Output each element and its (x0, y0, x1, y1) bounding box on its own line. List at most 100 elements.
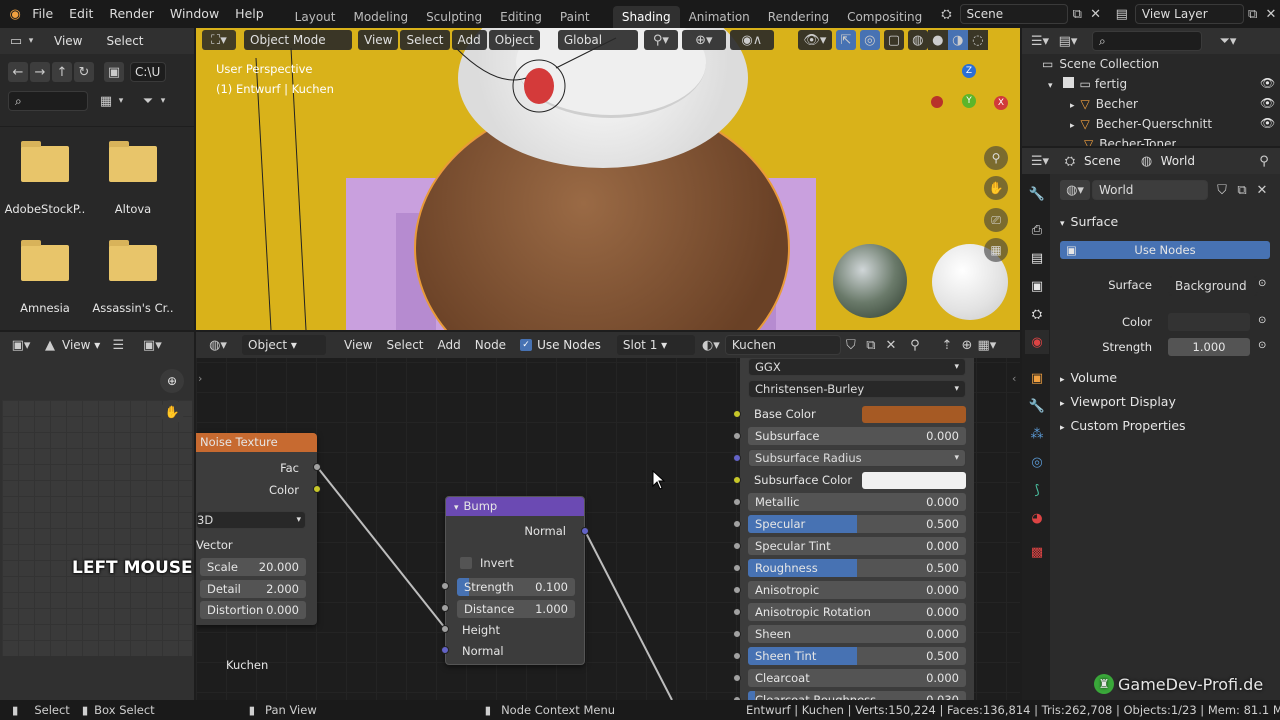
clearcoat-roughness-field[interactable]: Clearcoat Roughness 0.030 (748, 691, 966, 700)
bump-height-socket[interactable] (441, 625, 449, 633)
sheen-tint-field[interactable]: Sheen Tint 0.500 (748, 647, 966, 665)
subsurface-socket[interactable] (733, 432, 741, 440)
image-canvas[interactable] (2, 400, 192, 656)
viewport-menu-object[interactable]: Object (488, 30, 540, 50)
distribution-dropdown[interactable]: GGX ▾ (748, 358, 966, 376)
surface-panel-header[interactable]: ▾ Surface (1060, 212, 1280, 232)
bump-distance-socket[interactable] (441, 604, 449, 612)
axis-x-icon[interactable]: X (994, 96, 1008, 110)
scene-tab-icon[interactable]: ⛭ (1025, 302, 1049, 326)
blender-logo-icon[interactable]: ◉ (6, 4, 24, 24)
outliner-search-input[interactable]: ⌕ (1092, 31, 1202, 51)
axis-y-icon[interactable]: Y (962, 94, 976, 108)
subsurface-method-dropdown[interactable]: Christensen-Burley ▾ (748, 380, 966, 398)
world-tab-icon[interactable]: ◉ (1025, 330, 1049, 354)
node-sidebar-toggle[interactable]: ‹ (1012, 372, 1016, 385)
noise-color-socket[interactable] (313, 485, 321, 493)
filter-icon[interactable]: ⏷▾ (1218, 31, 1238, 51)
folder-item[interactable]: Amnesia (2, 240, 88, 315)
checkbox-icon[interactable] (1062, 77, 1074, 88)
editor-type-icon[interactable]: ▭ (6, 31, 26, 51)
node-editor[interactable]: ◍▾ Object ▾ View Select Add Node ✓ Use N… (196, 332, 1020, 700)
material-tab-icon[interactable]: ◕ (1025, 506, 1049, 530)
parent-dir-icon[interactable]: ↑ (52, 62, 72, 82)
pan-hand-icon[interactable]: ✋ (160, 400, 184, 424)
subsurface-radius-dropdown[interactable]: Subsurface Radius ▾ (748, 449, 966, 467)
editor-type-icon[interactable]: ☰▾ (1030, 151, 1050, 171)
bump-node[interactable]: ▾ Bump Normal Invert Strength 0.100 Distan… (445, 496, 585, 665)
scene-icon[interactable]: ⛭ (937, 4, 955, 24)
menu-edit[interactable]: Edit (61, 0, 101, 28)
panel-viewport-display[interactable]: ▸ Viewport Display (1060, 392, 1176, 412)
tab-shading[interactable]: Shading (612, 6, 680, 28)
bump-normal-in-socket[interactable] (441, 646, 449, 654)
link-socket-icon[interactable]: ⊙ (1258, 278, 1266, 289)
filter-icon[interactable]: ⏷ (138, 91, 158, 111)
constraints-tab-icon[interactable]: ⟆ (1025, 478, 1049, 502)
sheen-field[interactable]: Sheen 0.000 (748, 625, 966, 643)
tab-layout[interactable]: Layout (286, 6, 345, 28)
surface-shader-field[interactable]: Background (1168, 276, 1258, 296)
modifier-tab-icon[interactable]: 🔧 (1025, 394, 1049, 418)
editor-type-icon[interactable]: ▣▾ (6, 335, 36, 355)
zoom-icon[interactable]: ⊕ (160, 369, 184, 393)
tab-uv-editing[interactable]: UV Editing (491, 0, 551, 28)
zoom-icon[interactable]: ⚲ (984, 146, 1008, 170)
link-socket-icon[interactable]: ⊙ (1258, 340, 1266, 351)
texture-tab-icon[interactable]: ▩ (1025, 540, 1049, 564)
output-tab-icon[interactable]: ▤ (1025, 246, 1049, 270)
eye-icon[interactable]: 👁 (1260, 116, 1275, 130)
tree-root[interactable]: ▭ Scene Collection (1042, 54, 1159, 74)
particles-tab-icon[interactable]: ⁂ (1025, 422, 1049, 446)
tree-item[interactable]: ▸ ▽ Becher-Querschnitt (1070, 114, 1212, 134)
back-icon[interactable]: ← (8, 62, 28, 82)
new-folder-icon[interactable]: ▣ (104, 62, 124, 82)
new-scene-icon[interactable]: ⧉ (1068, 4, 1086, 24)
camera-icon[interactable]: ⎚ (984, 208, 1008, 232)
metallic-field[interactable]: Metallic 0.000 (748, 493, 966, 511)
overlay-icon[interactable]: ◎ (859, 30, 880, 50)
view-layer-tab-icon[interactable]: ▣ (1025, 274, 1049, 298)
new-view-layer-icon[interactable]: ⧉ (1244, 4, 1262, 24)
roughness-socket[interactable] (733, 564, 741, 572)
node-toolbar-toggle[interactable]: › (198, 372, 202, 385)
transform-orientation-dropdown[interactable]: Global (557, 30, 638, 50)
refresh-icon[interactable]: ↻ (74, 62, 94, 82)
view-layer-icon[interactable]: ▤ (1113, 4, 1131, 24)
menu-render[interactable]: Render (101, 0, 162, 28)
anisotropic-rotation-field[interactable]: Anisotropic Rotation 0.000 (748, 603, 966, 621)
proportional-edit-icon[interactable]: ◉∧ (729, 30, 774, 50)
bump-strength-socket[interactable] (441, 582, 449, 590)
tree-item[interactable]: ▸ ▽ Becher (1070, 94, 1138, 114)
gizmo-icon[interactable]: ⇱ (835, 30, 856, 50)
clearcoat-socket[interactable] (733, 674, 741, 682)
menu-file[interactable]: File (24, 0, 61, 28)
anisotropic-socket[interactable] (733, 586, 741, 594)
image-view-menu[interactable]: View ▾ (60, 335, 102, 355)
subsurface-color-swatch[interactable] (862, 472, 966, 489)
eye-icon[interactable]: 👁 (1260, 96, 1275, 110)
panel-volume[interactable]: ▸ Volume (1060, 368, 1117, 388)
pin-icon[interactable]: ⚲ (1254, 151, 1274, 171)
noise-scale-field[interactable]: Scale 20.000 (200, 558, 306, 576)
pan-hand-icon[interactable]: ✋ (984, 176, 1008, 200)
tab-compositing[interactable]: Compositing (838, 6, 931, 28)
viewport-menu-select[interactable]: Select (400, 30, 450, 50)
link-socket-icon[interactable]: ⊙ (1258, 315, 1266, 326)
bump-normal-out-socket[interactable] (581, 527, 589, 535)
roughness-field[interactable]: Roughness 0.500 (748, 559, 966, 577)
clearcoat-field[interactable]: Clearcoat 0.000 (748, 669, 966, 687)
noise-distortion-field[interactable]: Distortion 0.000 (200, 601, 306, 619)
subsurface-field[interactable]: Subsurface 0.000 (748, 427, 966, 445)
display-mode-icon[interactable]: ▦ (96, 91, 116, 111)
sheen-socket[interactable] (733, 630, 741, 638)
filebrowser-view-menu[interactable]: View (48, 31, 88, 51)
delete-view-layer-icon[interactable]: ✕ (1262, 4, 1280, 24)
object-tab-icon[interactable]: ▣ (1025, 366, 1049, 390)
use-nodes-button[interactable]: ▣ Use Nodes (1060, 241, 1270, 259)
filebrowser-search-input[interactable]: ⌕ (8, 91, 88, 111)
unlink-icon[interactable]: ✕ (1252, 180, 1272, 200)
noise-node-header[interactable]: Noise Texture (196, 433, 317, 452)
fake-user-icon[interactable]: ⛉ (1212, 180, 1232, 200)
scene-selector[interactable]: Scene (959, 4, 1069, 24)
